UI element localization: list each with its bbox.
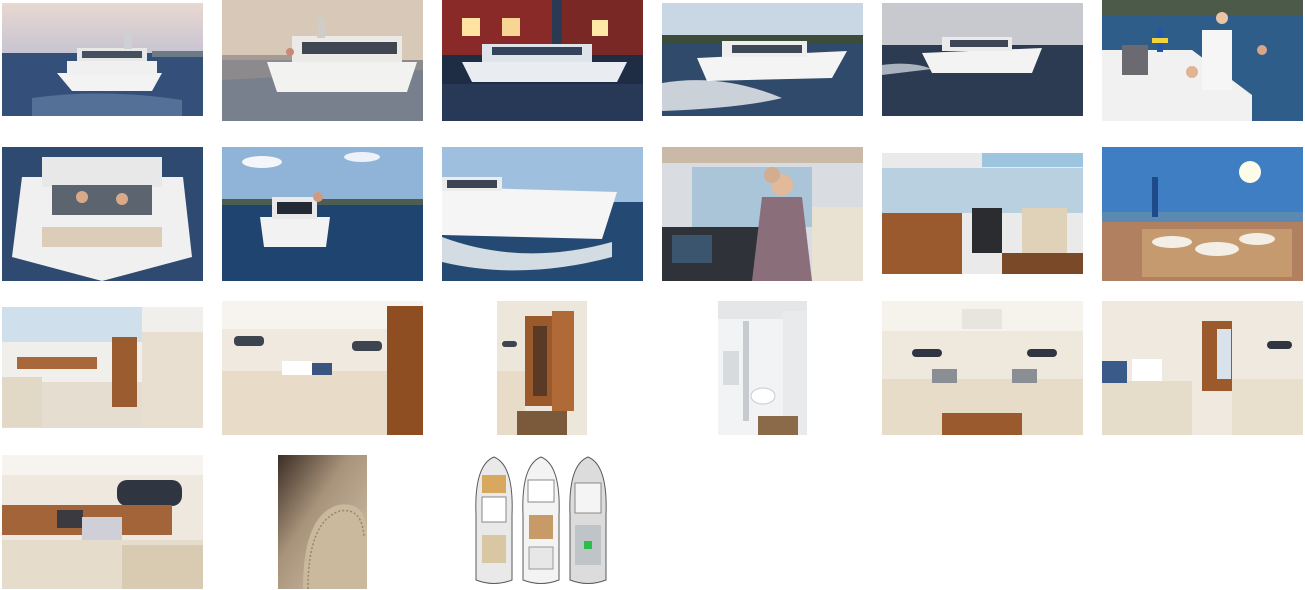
photo-thumbnail-boat-bow-view[interactable] bbox=[2, 147, 203, 281]
photo-thumbnail-salon-dinette[interactable] bbox=[2, 307, 203, 428]
photo-thumbnail-forward-cabin-vberth[interactable] bbox=[882, 301, 1083, 435]
photo-thumbnail-boat-stern-view[interactable] bbox=[222, 147, 423, 281]
photo-thumbnail-cabin-double-berth[interactable] bbox=[222, 301, 423, 435]
photo-thumbnail-cabin-corridor[interactable] bbox=[497, 301, 587, 435]
photo-thumbnail-boat-planing-spray[interactable] bbox=[662, 3, 863, 116]
photo-thumbnail-helm-navigation[interactable] bbox=[662, 147, 863, 281]
photo-thumbnail-aft-cabin-berth[interactable] bbox=[2, 455, 203, 589]
photo-thumbnail-boat-side-sunset[interactable] bbox=[222, 0, 423, 121]
photo-thumbnail-boat-front-calm-sea[interactable] bbox=[2, 3, 203, 116]
photo-thumbnail-boat-at-dock-evening[interactable] bbox=[442, 0, 643, 121]
photo-thumbnail-guest-cabin-twin[interactable] bbox=[1102, 301, 1303, 435]
photo-thumbnail-cockpit-dining-table[interactable] bbox=[1102, 147, 1303, 281]
photo-thumbnail-bathroom-toilet[interactable] bbox=[718, 301, 807, 435]
photo-thumbnail-deck-plan-layout[interactable] bbox=[474, 455, 611, 589]
photo-thumbnail-boat-bow-wave[interactable] bbox=[442, 147, 643, 281]
photo-thumbnail-upholstery-detail[interactable] bbox=[278, 455, 367, 589]
photo-thumbnail-boat-side-running[interactable] bbox=[882, 3, 1083, 116]
photo-thumbnail-family-swim-platform[interactable] bbox=[1102, 0, 1303, 121]
photo-thumbnail-salon-helm-station[interactable] bbox=[882, 153, 1083, 274]
